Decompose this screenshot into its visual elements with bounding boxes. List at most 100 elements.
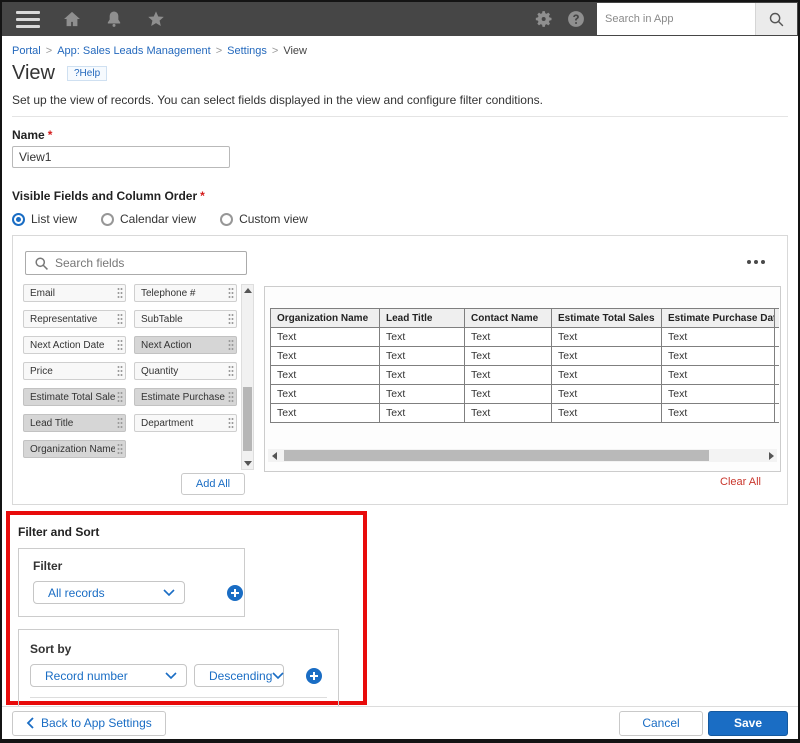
field-item[interactable]: Department <box>134 414 237 432</box>
search-button[interactable] <box>755 3 797 35</box>
more-options-icon[interactable] <box>747 260 765 264</box>
table-cell: Text <box>379 365 465 385</box>
field-item[interactable]: Estimate Total Sales <box>23 388 126 406</box>
bell-icon[interactable] <box>104 9 124 29</box>
drag-handle-icon[interactable] <box>117 417 123 429</box>
preview-column-header[interactable]: Estimate Total Sales <box>551 308 662 328</box>
field-item-label: Department <box>141 417 194 429</box>
breadcrumb-separator: > <box>271 45 279 57</box>
field-item[interactable]: Next Action Date <box>23 336 126 354</box>
save-button[interactable]: Save <box>708 710 788 736</box>
search-fields-input[interactable] <box>55 256 246 270</box>
drag-handle-icon[interactable] <box>117 391 123 403</box>
preview-column-header[interactable]: Lead Title <box>379 308 465 328</box>
table-cell: Text <box>661 346 775 366</box>
radio-label: Calendar view <box>120 212 197 226</box>
field-item[interactable]: Lead Title <box>23 414 126 432</box>
drag-handle-icon[interactable] <box>117 365 123 377</box>
home-icon[interactable] <box>62 9 82 29</box>
star-icon[interactable] <box>146 9 166 29</box>
preview-column-header-clipped[interactable] <box>774 308 779 328</box>
preview-column-header[interactable]: Estimate Purchase Date <box>661 308 775 328</box>
table-cell: Text <box>464 365 552 385</box>
topbar <box>2 2 798 36</box>
gear-icon[interactable] <box>534 9 554 29</box>
table-cell: Text <box>464 403 552 423</box>
table-cell: Text <box>661 403 775 423</box>
drag-handle-icon[interactable] <box>228 287 234 299</box>
help-icon[interactable] <box>566 9 586 29</box>
table-cell: Text <box>551 346 662 366</box>
preview-column-header[interactable]: Organization Name <box>270 308 380 328</box>
radio-calendar-view[interactable]: Calendar view <box>101 212 196 226</box>
preview-column-header[interactable]: Contact Name <box>464 308 552 328</box>
sort-order-dropdown[interactable]: Descending <box>194 664 284 687</box>
field-item[interactable]: Quantity <box>134 362 237 380</box>
filter-dropdown[interactable]: All records <box>33 581 185 604</box>
breadcrumb-item[interactable]: Portal <box>12 45 41 57</box>
chevron-left-icon <box>26 717 34 729</box>
drag-handle-icon[interactable] <box>228 391 234 403</box>
table-cell: Text <box>379 346 465 366</box>
breadcrumb-item[interactable]: Settings <box>227 45 267 57</box>
table-cell: Text <box>551 403 662 423</box>
scrollbar-thumb[interactable] <box>243 387 252 451</box>
field-item[interactable]: Email <box>23 284 126 302</box>
drag-handle-icon[interactable] <box>117 313 123 325</box>
add-all-button[interactable]: Add All <box>181 473 245 495</box>
scroll-up-icon[interactable] <box>243 285 252 296</box>
section-divider <box>12 116 788 117</box>
field-item[interactable]: SubTable <box>134 310 237 328</box>
breadcrumb-separator: > <box>215 45 223 57</box>
drag-handle-icon[interactable] <box>117 339 123 351</box>
field-item[interactable]: Estimate Purchase D... <box>134 388 237 406</box>
name-label: Name * <box>12 128 53 142</box>
chevron-down-icon <box>163 589 175 596</box>
search-input[interactable] <box>597 3 755 35</box>
page-description: Set up the view of records. You can sele… <box>12 93 543 107</box>
sort-divider <box>30 697 327 698</box>
columns-drop-area: Organization Name Lead Title Contact Name E… <box>264 286 781 472</box>
sort-field-dropdown[interactable]: Record number <box>30 664 187 687</box>
table-row: Text Text Text Text Text <box>270 403 779 423</box>
preview-table-header-row: Organization Name Lead Title Contact Name E… <box>270 308 779 328</box>
help-link[interactable]: ?Help <box>67 66 108 81</box>
drag-handle-icon[interactable] <box>228 365 234 377</box>
clear-all-columns-link[interactable]: Clear All <box>720 476 761 488</box>
field-item[interactable]: Price <box>23 362 126 380</box>
drag-handle-icon[interactable] <box>228 417 234 429</box>
radio-list-view[interactable]: List view <box>12 212 77 226</box>
h-scrollbar-thumb[interactable] <box>284 450 709 461</box>
add-filter-condition-button[interactable] <box>227 584 243 601</box>
breadcrumb-separator: > <box>45 45 53 57</box>
drag-handle-icon[interactable] <box>117 443 123 455</box>
table-cell: Text <box>270 327 380 347</box>
field-item[interactable]: Organization Name <box>23 440 126 458</box>
scroll-left-icon[interactable] <box>268 451 280 460</box>
cancel-button[interactable]: Cancel <box>619 710 703 736</box>
field-item-label: Next Action <box>141 339 192 351</box>
drag-handle-icon[interactable] <box>228 339 234 351</box>
field-item[interactable]: Telephone # <box>134 284 237 302</box>
breadcrumb-item[interactable]: App: Sales Leads Management <box>57 45 211 57</box>
field-item-label: SubTable <box>141 313 183 325</box>
drag-handle-icon[interactable] <box>228 313 234 325</box>
required-mark: * <box>47 128 53 142</box>
field-item[interactable]: Next Action <box>134 336 237 354</box>
table-cell: Text <box>270 346 380 366</box>
chevron-down-icon <box>272 672 284 679</box>
view-name-input[interactable] <box>12 146 230 168</box>
add-sort-condition-button[interactable] <box>306 667 322 684</box>
app-window: Portal > App: Sales Leads Management > Setti… <box>0 0 800 743</box>
table-cell: Text <box>270 384 380 404</box>
scroll-right-icon[interactable] <box>765 451 777 460</box>
back-to-app-settings-button[interactable]: Back to App Settings <box>12 710 166 736</box>
field-item-label: Estimate Purchase D... <box>141 391 226 403</box>
table-row: Text Text Text Text Text <box>270 365 779 385</box>
drag-handle-icon[interactable] <box>117 287 123 299</box>
radio-selected-icon <box>12 212 25 226</box>
radio-custom-view[interactable]: Custom view <box>220 212 308 226</box>
scroll-down-icon[interactable] <box>243 458 252 469</box>
hamburger-menu-icon[interactable] <box>16 10 40 28</box>
field-item[interactable]: Representative <box>23 310 126 328</box>
